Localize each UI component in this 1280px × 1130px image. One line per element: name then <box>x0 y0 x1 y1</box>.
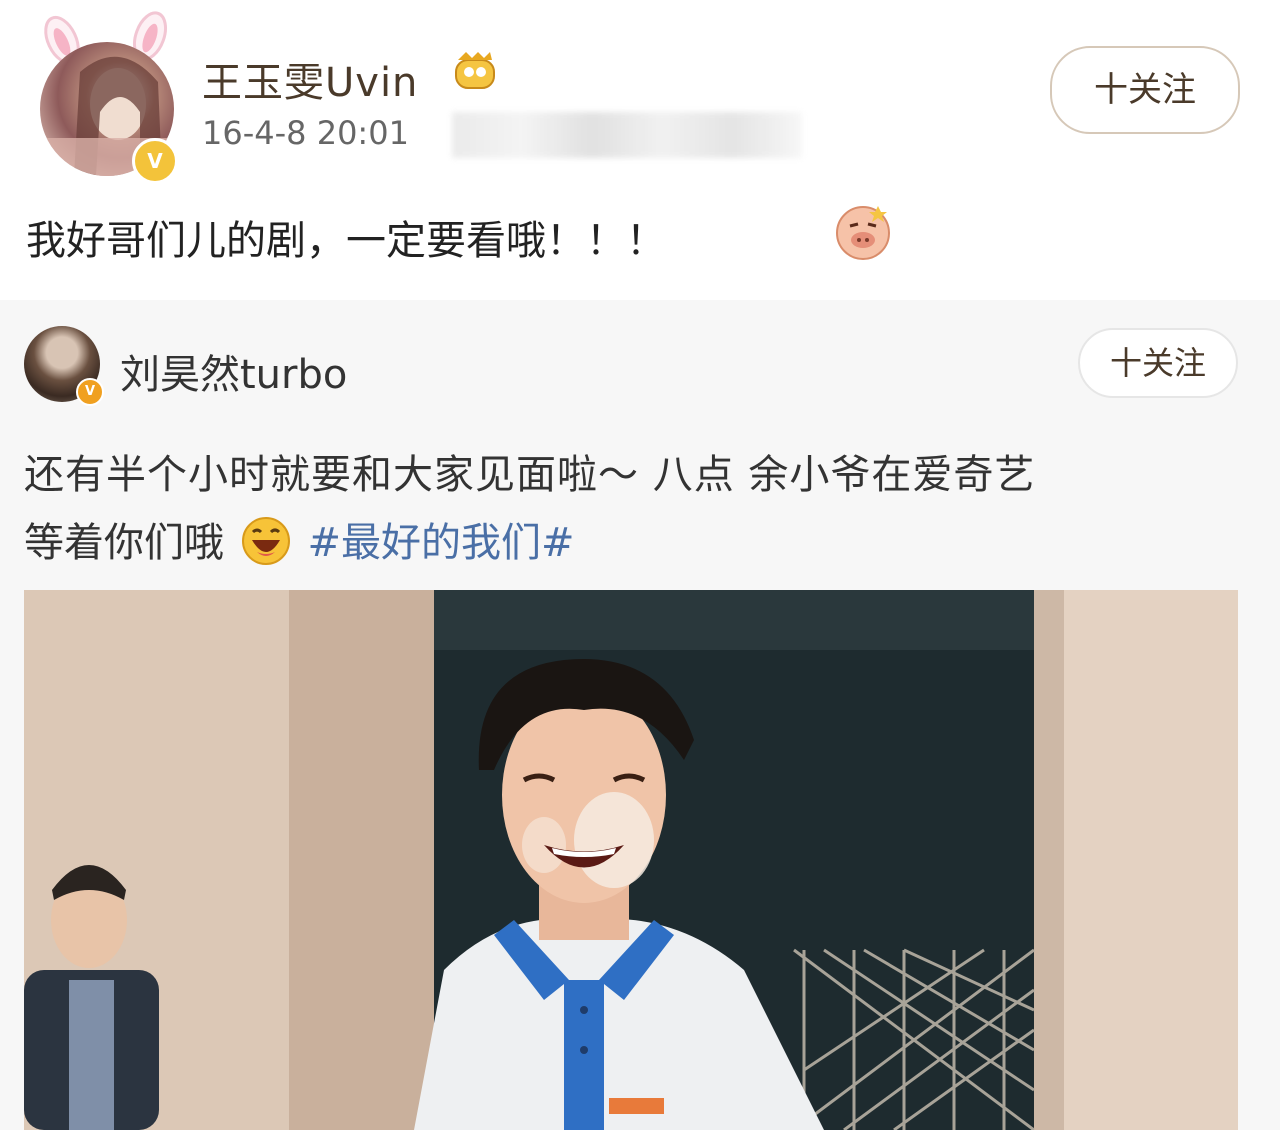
verified-icon: V <box>132 138 178 184</box>
repost-follow-button[interactable]: 十关注 <box>1078 328 1238 398</box>
weibo-post: V 王玉雯Uvin 16-4-8 20:01 十关注 我好哥们儿的剧，一定要看哦… <box>0 0 1280 290</box>
follow-button[interactable]: 十关注 <box>1050 46 1240 134</box>
verified-icon: V <box>76 378 104 406</box>
repost-text-prefix: 等着你们哦 <box>24 520 224 566</box>
repost-text-line2: 等着你们哦 #最好的我们# <box>24 510 574 568</box>
pig-emoji-icon <box>836 206 890 260</box>
repost-username[interactable]: 刘昊然turbo <box>120 342 347 400</box>
crown-icon <box>455 52 495 89</box>
repost-text-line1: 还有半个小时就要和大家见面啦～ 八点 余小爷在爱奇艺 <box>24 452 1036 498</box>
post-photo[interactable] <box>24 590 1238 1130</box>
blurred-source <box>452 112 802 158</box>
post-username[interactable]: 王玉雯Uvin <box>202 50 418 108</box>
hashtag-link[interactable]: #最好的我们# <box>307 520 574 566</box>
post-text: 我好哥们儿的剧，一定要看哦！！！ <box>26 218 666 264</box>
post-timestamp: 16-4-8 20:01 <box>202 114 409 152</box>
laughing-emoji-icon <box>241 517 290 565</box>
user-avatar[interactable]: V <box>22 10 178 184</box>
